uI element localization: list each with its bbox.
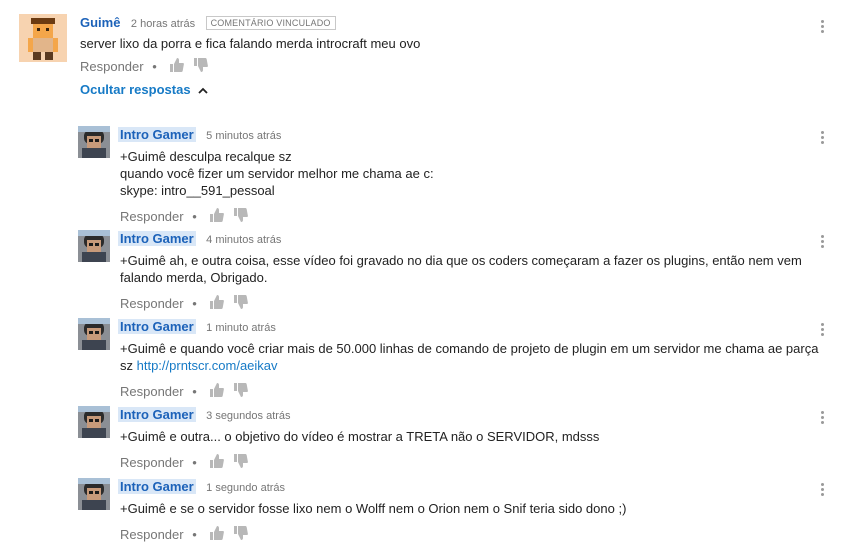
comment-timestamp[interactable]: 2 horas atrás (131, 18, 195, 30)
avatar-image (78, 126, 110, 158)
more-vert-icon[interactable] (814, 321, 830, 341)
separator-dot: • (192, 455, 197, 470)
comment-text: +Guimê ah, e outra coisa, esse vídeo foi… (120, 253, 802, 285)
comment-author[interactable]: Intro Gamer (118, 479, 196, 494)
thumbs-up-icon[interactable] (210, 453, 225, 474)
comment-author[interactable]: Intro Gamer (118, 127, 196, 142)
thumbs-down-icon[interactable] (234, 382, 248, 403)
comment-author[interactable]: Intro Gamer (118, 407, 196, 422)
thumbs-down-icon[interactable] (234, 453, 248, 474)
comment-timestamp[interactable]: 4 minutos atrás (206, 234, 281, 246)
thumbs-up-icon[interactable] (210, 525, 225, 546)
reply-button[interactable]: Responder (120, 527, 184, 542)
more-vert-icon[interactable] (814, 481, 830, 501)
thumbs-down-icon[interactable] (234, 207, 248, 228)
avatar[interactable] (78, 406, 110, 438)
avatar-image (78, 478, 110, 510)
hide-replies-button[interactable]: Ocultar respostas (80, 82, 208, 97)
comment-text: server lixo da porra e fica falando merd… (80, 36, 421, 51)
chevron-up-icon (198, 87, 208, 94)
thumbs-up-icon[interactable] (210, 207, 225, 228)
avatar-image (78, 318, 110, 350)
avatar[interactable] (78, 478, 110, 510)
reply-button[interactable]: Responder (120, 209, 184, 224)
reply-button[interactable]: Responder (120, 296, 184, 311)
avatar-image (19, 14, 67, 62)
more-vert-icon[interactable] (814, 129, 830, 149)
thumbs-up-icon[interactable] (170, 57, 185, 78)
thumbs-up-icon[interactable] (210, 294, 225, 315)
thumbs-down-icon[interactable] (194, 57, 208, 78)
thumbs-down-icon[interactable] (234, 294, 248, 315)
comment-text: +Guimê e quando você criar mais de 50.00… (120, 341, 819, 373)
hide-replies-label: Ocultar respostas (80, 82, 191, 97)
comment-timestamp[interactable]: 1 minuto atrás (206, 322, 276, 334)
comment-timestamp[interactable]: 5 minutos atrás (206, 130, 281, 142)
avatar-image (78, 230, 110, 262)
thumbs-down-icon[interactable] (234, 525, 248, 546)
thumbs-up-icon[interactable] (210, 382, 225, 403)
separator-dot: • (192, 527, 197, 542)
reply-button[interactable]: Responder (80, 59, 144, 74)
avatar[interactable] (78, 126, 110, 158)
separator-dot: • (152, 59, 157, 74)
avatar[interactable] (19, 14, 67, 62)
reply-button[interactable]: Responder (120, 455, 184, 470)
avatar[interactable] (78, 230, 110, 262)
more-vert-icon[interactable] (814, 409, 830, 429)
linked-comment-badge: COMENTÁRIO VINCULADO (205, 16, 336, 30)
comment-link[interactable]: http://prntscr.com/aeikav (137, 358, 278, 373)
comment-timestamp[interactable]: 1 segundo atrás (206, 482, 285, 494)
comment-text: +Guimê desculpa recalque sz quando você … (120, 149, 434, 198)
comment-timestamp[interactable]: 3 segundos atrás (206, 410, 290, 422)
avatar-image (78, 406, 110, 438)
avatar[interactable] (78, 318, 110, 350)
separator-dot: • (192, 296, 197, 311)
more-vert-icon[interactable] (814, 18, 830, 38)
comment-author[interactable]: Guimê (80, 15, 120, 30)
comment-text: +Guimê e se o servidor fosse lixo nem o … (120, 501, 627, 516)
separator-dot: • (192, 384, 197, 399)
reply-button[interactable]: Responder (120, 384, 184, 399)
comment-author[interactable]: Intro Gamer (118, 319, 196, 334)
comment-text: +Guimê e outra... o objetivo do vídeo é … (120, 429, 600, 444)
separator-dot: • (192, 209, 197, 224)
comment-author[interactable]: Intro Gamer (118, 231, 196, 246)
more-vert-icon[interactable] (814, 233, 830, 253)
